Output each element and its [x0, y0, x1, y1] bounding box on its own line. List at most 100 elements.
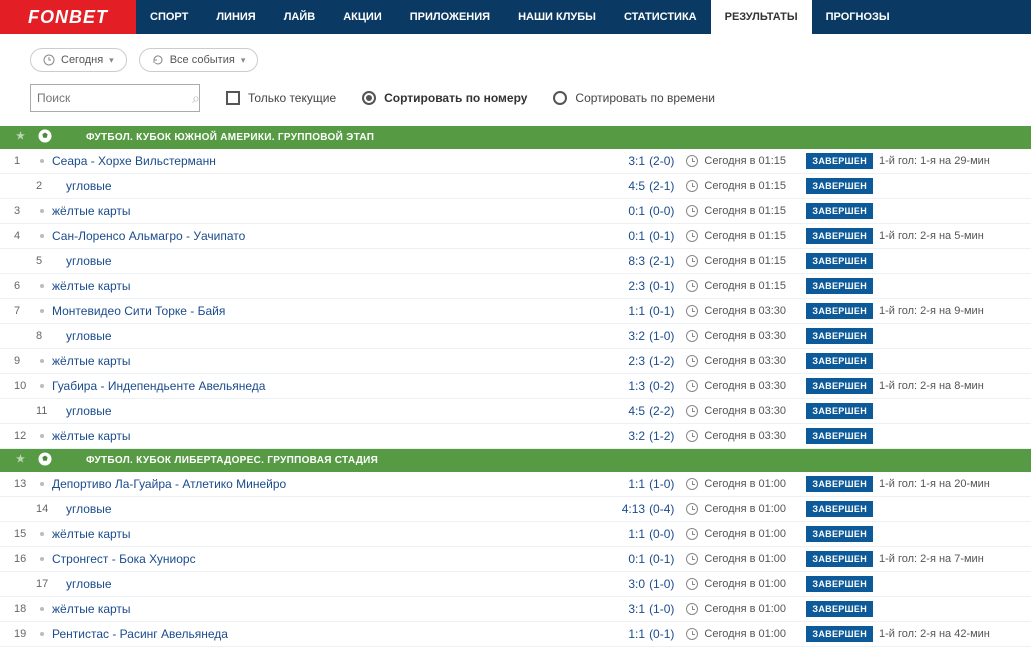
event-score[interactable]: 4:13(0-4) — [622, 502, 675, 516]
clock-icon — [686, 478, 698, 490]
event-row[interactable]: 13Депортиво Ла-Гуайра - Атлетико Минейро… — [0, 472, 1031, 497]
event-score[interactable]: 4:5(2-1) — [628, 179, 674, 193]
competition-header[interactable]: ★ФУТБОЛ. КУБОК ЮЖНОЙ АМЕРИКИ. ГРУППОВОЙ … — [0, 126, 1031, 149]
event-score[interactable]: 0:1(0-1) — [628, 229, 674, 243]
clock-icon — [686, 180, 698, 192]
event-row[interactable]: 15жёлтые карты1:1(0-0)Сегодня в 01:00ЗАВ… — [0, 522, 1031, 547]
event-name[interactable]: жёлтые карты — [52, 429, 628, 443]
event-right: 1:3(0-2)Сегодня в 03:30ЗАВЕРШЕН1-й гол: … — [628, 378, 1019, 394]
competition-header[interactable]: ★ФУТБОЛ. КУБОК ЛИБЕРТАДОРЕС. ГРУППОВАЯ С… — [0, 449, 1031, 472]
search-input[interactable] — [37, 91, 192, 105]
brand-logo[interactable]: FONBET — [0, 0, 136, 34]
event-row[interactable]: 16Стронгест - Бока Хуниорс0:1(0-1)Сегодн… — [0, 547, 1031, 572]
event-row[interactable]: 4 Сан-Лоренсо Альмагро - Уачипато0:1(0-1)… — [0, 224, 1031, 249]
event-name[interactable]: жёлтые карты — [52, 527, 628, 541]
only-current-checkbox[interactable]: Только текущие — [226, 91, 336, 105]
event-score[interactable]: 4:5(2-2) — [628, 404, 674, 418]
event-time: Сегодня в 01:00 — [704, 528, 806, 540]
date-filter-label: Сегодня — [61, 54, 103, 66]
event-score[interactable]: 2:3(1-2) — [628, 354, 674, 368]
nav-item-2[interactable]: ЛАЙВ — [270, 0, 330, 34]
event-row[interactable]: 7Монтевидео Сити Торке - Байя1:1(0-1)Сег… — [0, 299, 1031, 324]
event-name[interactable]: жёлтые карты — [52, 279, 628, 293]
event-row[interactable]: 1Сеара - Хорхе Вильстерманн3:1(2-0)Сегод… — [0, 149, 1031, 174]
event-name[interactable]: Сан-Лоренсо Альмагро - Уачипато — [52, 229, 628, 243]
event-score[interactable]: 3:2(1-0) — [628, 329, 674, 343]
event-time: Сегодня в 01:00 — [704, 603, 806, 615]
event-score[interactable]: 3:2(1-2) — [628, 429, 674, 443]
status-badge: ЗАВЕРШЕН — [806, 403, 873, 419]
event-row[interactable]: 9жёлтые карты2:3(1-2)Сегодня в 03:30ЗАВЕ… — [0, 349, 1031, 374]
nav-item-8[interactable]: ПРОГНОЗЫ — [812, 0, 904, 34]
results-list: ★ФУТБОЛ. КУБОК ЮЖНОЙ АМЕРИКИ. ГРУППОВОЙ … — [0, 126, 1031, 647]
event-name[interactable]: жёлтые карты — [52, 602, 628, 616]
events-filter-label: Все события — [170, 54, 235, 66]
event-number: 4 — [14, 230, 40, 242]
event-score[interactable]: 1:1(0-1) — [628, 627, 674, 641]
event-row[interactable]: 17угловые3:0(1-0)Сегодня в 01:00ЗАВЕРШЕН — [0, 572, 1031, 597]
event-name[interactable]: угловые — [66, 577, 628, 591]
search-icon[interactable]: ⌕ — [192, 90, 200, 107]
event-name[interactable]: Сеара - Хорхе Вильстерманн — [52, 154, 628, 168]
radio-icon — [362, 91, 376, 105]
event-name[interactable]: Гуабира - Индепендьенте Авельянеда — [52, 379, 628, 393]
sort-by-number-radio[interactable]: Сортировать по номеру — [362, 91, 527, 105]
event-row[interactable]: 10Гуабира - Индепендьенте Авельянеда1:3(… — [0, 374, 1031, 399]
sort-by-time-radio[interactable]: Сортировать по времени — [553, 91, 715, 105]
event-name[interactable]: угловые — [66, 502, 622, 516]
event-row[interactable]: 14угловые4:13(0-4)Сегодня в 01:00ЗАВЕРШЕ… — [0, 497, 1031, 522]
event-score[interactable]: 1:3(0-2) — [628, 379, 674, 393]
event-time: Сегодня в 01:15 — [704, 205, 806, 217]
event-name[interactable]: Стронгест - Бока Хуниорс — [52, 552, 628, 566]
event-time: Сегодня в 01:00 — [704, 503, 806, 515]
event-row[interactable]: 2угловые4:5(2-1)Сегодня в 01:15ЗАВЕРШЕН — [0, 174, 1031, 199]
nav-item-1[interactable]: ЛИНИЯ — [202, 0, 269, 34]
bullet-icon — [40, 557, 44, 561]
nav-item-0[interactable]: СПОРТ — [136, 0, 202, 34]
event-right: 4:5(2-1)Сегодня в 01:15ЗАВЕРШЕН — [628, 178, 1019, 194]
events-filter-pill[interactable]: Все события ▾ — [139, 48, 259, 72]
event-score[interactable]: 3:1(1-0) — [628, 602, 674, 616]
event-name[interactable]: угловые — [66, 254, 628, 268]
event-row[interactable]: 18жёлтые карты3:1(1-0)Сегодня в 01:00ЗАВ… — [0, 597, 1031, 622]
event-score[interactable]: 1:1(0-0) — [628, 527, 674, 541]
event-row[interactable]: 3жёлтые карты0:1(0-0)Сегодня в 01:15ЗАВЕ… — [0, 199, 1031, 224]
event-score[interactable]: 0:1(0-1) — [628, 552, 674, 566]
event-time: Сегодня в 03:30 — [704, 355, 806, 367]
nav-item-3[interactable]: АКЦИИ — [329, 0, 396, 34]
event-score[interactable]: 1:1(0-1) — [628, 304, 674, 318]
event-score[interactable]: 3:1(2-0) — [628, 154, 674, 168]
event-name[interactable]: угловые — [66, 329, 628, 343]
event-number: 11 — [36, 405, 62, 417]
event-score[interactable]: 3:0(1-0) — [628, 577, 674, 591]
bullet-icon — [40, 359, 44, 363]
event-name[interactable]: жёлтые карты — [52, 354, 628, 368]
event-name[interactable]: угловые — [66, 179, 628, 193]
clock-icon — [686, 380, 698, 392]
event-name[interactable]: угловые — [66, 404, 628, 418]
nav-item-4[interactable]: ПРИЛОЖЕНИЯ — [396, 0, 504, 34]
event-row[interactable]: 12жёлтые карты3:2(1-2)Сегодня в 03:30ЗАВ… — [0, 424, 1031, 449]
event-score[interactable]: 2:3(0-1) — [628, 279, 674, 293]
event-score[interactable]: 8:3(2-1) — [628, 254, 674, 268]
nav-item-7[interactable]: РЕЗУЛЬТАТЫ — [711, 0, 812, 34]
clock-icon — [686, 205, 698, 217]
event-time: Сегодня в 01:15 — [704, 230, 806, 242]
event-row[interactable]: 5угловые8:3(2-1)Сегодня в 01:15ЗАВЕРШЕН — [0, 249, 1031, 274]
date-filter-pill[interactable]: Сегодня ▾ — [30, 48, 127, 72]
star-icon[interactable]: ★ — [16, 131, 25, 142]
event-row[interactable]: 6жёлтые карты2:3(0-1)Сегодня в 01:15ЗАВЕ… — [0, 274, 1031, 299]
status-badge: ЗАВЕРШЕН — [806, 278, 873, 294]
event-row[interactable]: 11угловые4:5(2-2)Сегодня в 03:30ЗАВЕРШЕН — [0, 399, 1031, 424]
event-row[interactable]: 8угловые3:2(1-0)Сегодня в 03:30ЗАВЕРШЕН — [0, 324, 1031, 349]
event-name[interactable]: Монтевидео Сити Торке - Байя — [52, 304, 628, 318]
event-name[interactable]: Рентистас - Расинг Авельянеда — [52, 627, 628, 641]
nav-item-5[interactable]: НАШИ КЛУБЫ — [504, 0, 610, 34]
event-score[interactable]: 1:1(1-0) — [628, 477, 674, 491]
event-score[interactable]: 0:1(0-0) — [628, 204, 674, 218]
nav-item-6[interactable]: СТАТИСТИКА — [610, 0, 711, 34]
event-name[interactable]: жёлтые карты — [52, 204, 628, 218]
event-name[interactable]: Депортиво Ла-Гуайра - Атлетико Минейро — [52, 477, 628, 491]
event-row[interactable]: 19Рентистас - Расинг Авельянеда1:1(0-1)С… — [0, 622, 1031, 647]
star-icon[interactable]: ★ — [16, 454, 25, 465]
